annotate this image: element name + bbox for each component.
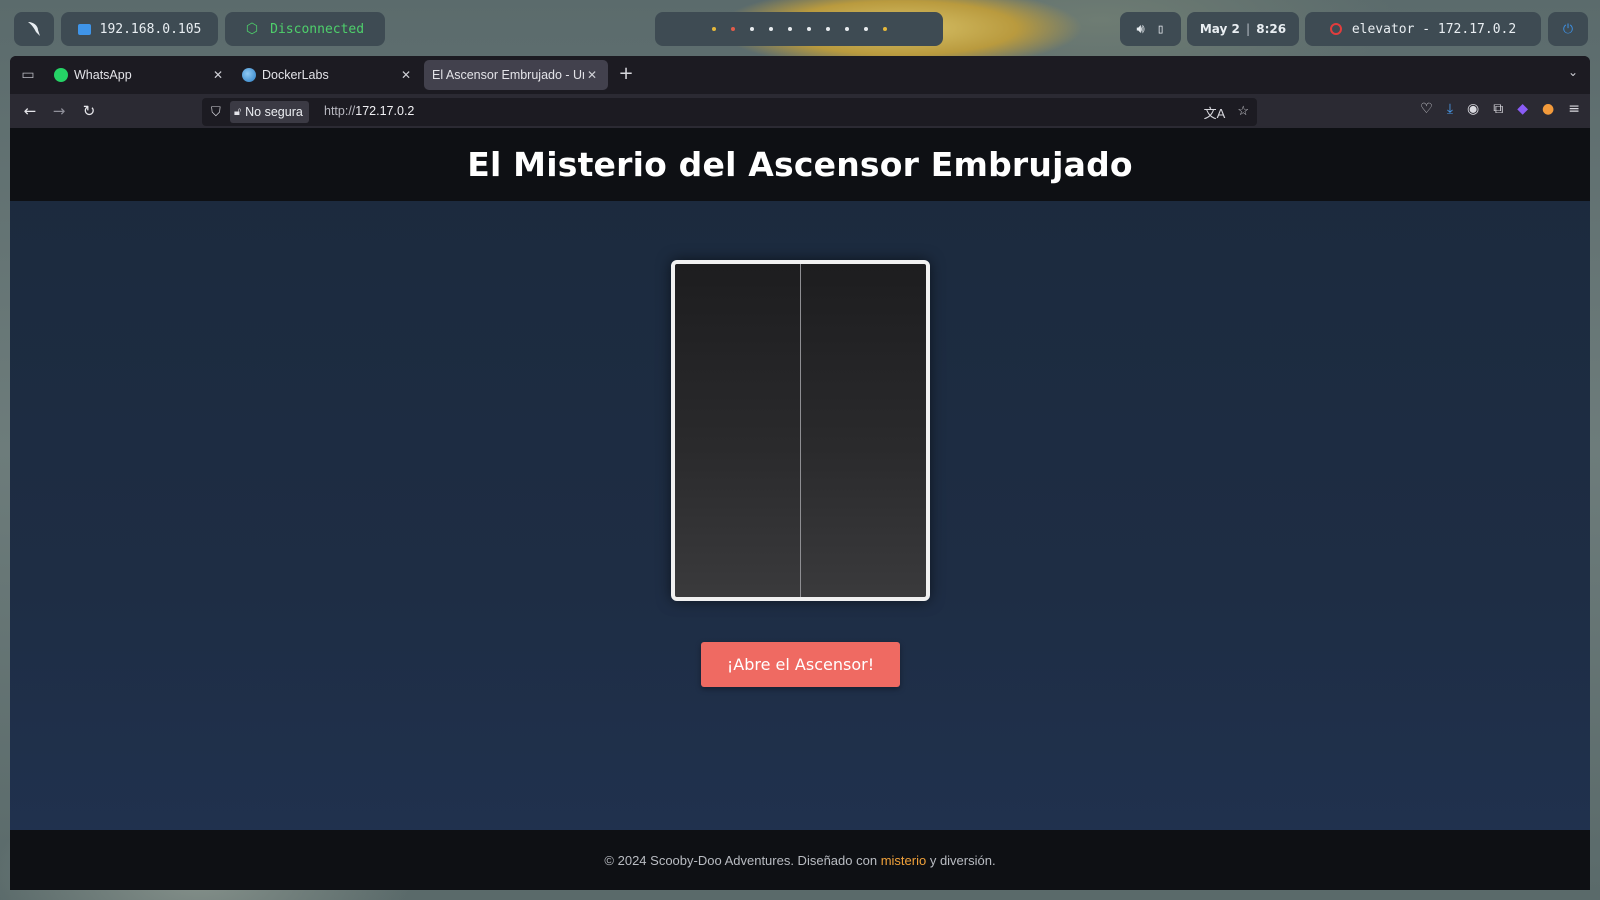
chevron-down-icon: ⌄ xyxy=(1567,65,1578,79)
page-title: El Misterio del Ascensor Embrujado xyxy=(467,145,1133,184)
tab-ascensor-active[interactable]: El Ascensor Embrujado - Un ✕ xyxy=(424,60,608,90)
security-label: No segura xyxy=(245,105,303,119)
date-label: May 2 xyxy=(1199,22,1240,36)
workspace-switcher[interactable] xyxy=(655,12,943,46)
url-bar[interactable]: ⛉ 🔓︎ No segura http://172.17.0.2 文A ☆ xyxy=(202,98,1257,126)
bookmark-star-icon[interactable]: ☆ xyxy=(1237,103,1249,122)
tab-title: DockerLabs xyxy=(262,68,329,82)
whatsapp-icon xyxy=(54,68,68,82)
battery-icon: ▯ xyxy=(1156,21,1165,37)
vpn-status-label: Disconnected xyxy=(270,21,365,37)
translate-icon[interactable]: 文A xyxy=(1204,103,1226,122)
list-all-tabs-button[interactable]: ⌄ xyxy=(1568,65,1578,79)
footer-text: © 2024 Scooby-Doo Adventures. Diseñado c… xyxy=(604,852,878,868)
close-tab-icon[interactable]: ✕ xyxy=(210,68,226,82)
back-button[interactable]: ← xyxy=(19,100,41,122)
toolbar-icons: ♡ ⤓ ◉ ⧉ ◆ ● ≡ xyxy=(1420,101,1580,117)
extension-purple-icon[interactable]: ◆ xyxy=(1517,101,1528,117)
hamburger-menu-icon[interactable]: ≡ xyxy=(1568,101,1580,117)
new-tab-button[interactable]: + xyxy=(616,64,636,84)
browser-window: ▭ WhatsApp ✕ DockerLabs ✕ El Ascensor Em… xyxy=(10,56,1590,890)
time-label: 8:26 xyxy=(1256,22,1287,36)
menu-logo-button[interactable] xyxy=(14,12,54,46)
vpn-status-widget[interactable]: ⬡ Disconnected xyxy=(225,12,385,46)
download-icon[interactable]: ⤓ xyxy=(1447,101,1453,117)
extensions-icon[interactable]: ⧉ xyxy=(1493,101,1503,117)
pocket-icon[interactable]: ♡ xyxy=(1420,101,1433,117)
workspace-dot[interactable] xyxy=(806,27,811,31)
dragon-logo-icon xyxy=(28,22,40,36)
page-header: El Misterio del Ascensor Embrujado xyxy=(10,128,1590,201)
tab-dockerlabs[interactable]: DockerLabs ✕ xyxy=(234,60,422,90)
workspace-dot[interactable] xyxy=(787,27,792,31)
ip-address-widget[interactable]: 192.168.0.105 xyxy=(61,12,218,46)
footer-suffix: y diversión. xyxy=(929,852,996,868)
arrow-right-icon: → xyxy=(52,102,66,120)
forward-button[interactable]: → xyxy=(48,100,70,122)
close-tab-icon[interactable]: ✕ xyxy=(584,68,600,82)
navigation-toolbar: ← → ↻ ⛉ 🔓︎ No segura http://172.17.0.2 文… xyxy=(10,94,1590,128)
elevator-doors xyxy=(671,260,930,601)
dockerlabs-icon xyxy=(242,68,256,82)
clock-widget[interactable]: May 2 | 8:26 xyxy=(1187,12,1299,46)
elevator-door-left xyxy=(675,264,801,597)
url-scheme: http:// xyxy=(324,104,356,118)
extension-orange-icon[interactable]: ● xyxy=(1542,101,1554,117)
tracking-protection-icon[interactable]: ⛉ xyxy=(211,104,221,120)
arrow-left-icon: ← xyxy=(23,102,37,120)
separator: | xyxy=(1245,22,1251,36)
workspace-dot[interactable] xyxy=(844,27,849,31)
ip-address-label: 192.168.0.105 xyxy=(99,21,202,37)
elevator-door-right xyxy=(801,264,927,597)
target-label: elevator - 172.17.0.2 xyxy=(1351,21,1517,37)
reload-button[interactable]: ↻ xyxy=(78,100,100,122)
volume-icon[interactable]: 🔊︎ xyxy=(1136,22,1144,37)
url-host: 172.17.0.2 xyxy=(355,104,415,118)
tab-title: WhatsApp xyxy=(74,68,132,82)
unlock-icon: 🔓︎ xyxy=(234,105,242,118)
open-elevator-button[interactable]: ¡Abre el Ascensor! xyxy=(701,642,900,687)
power-button[interactable]: ⏻ xyxy=(1548,12,1588,46)
top-panel: 192.168.0.105 ⬡ Disconnected 🔊︎ ▯ May 2 … xyxy=(0,0,1600,56)
workspace-dot[interactable] xyxy=(863,27,868,31)
close-tab-icon[interactable]: ✕ xyxy=(398,68,414,82)
target-icon xyxy=(1329,23,1342,35)
url-text[interactable]: http://172.17.0.2 xyxy=(324,104,414,118)
reload-icon: ↻ xyxy=(82,102,96,120)
page-footer: © 2024 Scooby-Doo Adventures. Diseñado c… xyxy=(10,830,1590,890)
cube-icon: ⬡ xyxy=(245,21,259,37)
site-security-indicator[interactable]: 🔓︎ No segura xyxy=(230,101,309,123)
workspace-dot[interactable] xyxy=(768,27,773,31)
target-widget[interactable]: elevator - 172.17.0.2 xyxy=(1305,12,1541,46)
workspace-dot[interactable] xyxy=(882,27,887,31)
workspace-dot[interactable] xyxy=(749,27,754,31)
tab-strip: ▭ WhatsApp ✕ DockerLabs ✕ El Ascensor Em… xyxy=(10,56,1590,94)
plus-icon: + xyxy=(618,63,634,84)
page-viewport: El Misterio del Ascensor Embrujado ¡Abre… xyxy=(10,128,1590,890)
network-icon xyxy=(77,23,91,35)
footer-accent-text: misterio xyxy=(880,852,927,868)
tab-list-icon: ▭ xyxy=(21,67,35,83)
tab-whatsapp[interactable]: WhatsApp ✕ xyxy=(46,60,234,90)
tab-title: El Ascensor Embrujado - Un xyxy=(432,68,584,82)
account-icon[interactable]: ◉ xyxy=(1467,101,1479,117)
power-icon: ⏻ xyxy=(1562,21,1574,37)
audio-battery-widget[interactable]: 🔊︎ ▯ xyxy=(1120,12,1181,46)
tab-list-button[interactable]: ▭ xyxy=(18,65,38,85)
workspace-dot[interactable] xyxy=(825,27,830,31)
workspace-dot[interactable] xyxy=(711,27,716,31)
workspace-dot[interactable] xyxy=(730,27,735,31)
